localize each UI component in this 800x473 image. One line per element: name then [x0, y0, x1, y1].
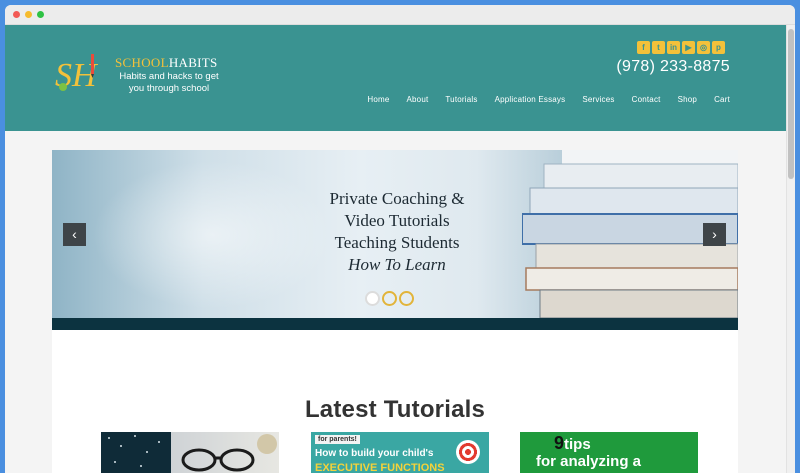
nav-tutorials[interactable]: Tutorials [445, 95, 477, 104]
slider-dot-3[interactable] [399, 291, 414, 306]
hero-slider: Private Coaching & Video Tutorials Teach… [52, 150, 738, 330]
nav-shop[interactable]: Shop [678, 95, 697, 104]
nav-home[interactable]: Home [367, 95, 389, 104]
tutorial-number-value: 9 [554, 433, 565, 453]
site-header: SH SCHOOLHABITS Habits and hacks to get … [5, 25, 786, 131]
glasses-photo [171, 432, 279, 473]
slider-prev-button[interactable]: ‹ [63, 223, 86, 246]
chevron-right-icon: › [712, 226, 717, 242]
minimize-window-button[interactable] [25, 11, 32, 18]
close-window-button[interactable] [13, 11, 20, 18]
browser-window: SH SCHOOLHABITS Habits and hacks to get … [5, 5, 795, 473]
slider-dot-2[interactable] [382, 291, 397, 306]
logo-icon[interactable]: SH [53, 53, 111, 93]
logo-wordmark-part2: HABITS [168, 55, 218, 70]
facebook-icon[interactable]: f [637, 41, 650, 54]
logo-wordmark-part1: SCHOOL [115, 55, 169, 70]
twitter-icon[interactable]: t [652, 41, 665, 54]
starry-background-image [108, 435, 160, 467]
slider-headline: Private Coaching & Video Tutorials Teach… [282, 188, 512, 276]
nav-services[interactable]: Services [582, 95, 614, 104]
phone-number[interactable]: (978) 233-8875 [616, 58, 730, 76]
tutorial-title: for analyzing a [536, 453, 642, 470]
slider-dot-1[interactable] [365, 291, 380, 306]
tutorial-title: How to build your child's [315, 448, 434, 459]
instagram-icon[interactable]: ◎ [697, 41, 710, 54]
tutorial-tag: for parents! [315, 435, 360, 444]
nav-about[interactable]: About [406, 95, 428, 104]
slider-line-3: Teaching Students [334, 233, 460, 252]
logo-tagline: Habits and hacks to get you through scho… [119, 71, 219, 94]
nav-contact[interactable]: Contact [632, 95, 661, 104]
linkedin-icon[interactable]: in [667, 41, 680, 54]
target-icon [456, 440, 480, 464]
window-titlebar [5, 5, 795, 25]
tutorial-card-3[interactable]: 9tips for analyzing a [520, 432, 698, 473]
main-nav: Home About Tutorials Application Essays … [350, 95, 730, 104]
tutorial-number: 9tips [554, 433, 591, 454]
slider-bottom-bar [52, 318, 738, 330]
main-content: Private Coaching & Video Tutorials Teach… [52, 150, 738, 473]
tutorial-number-word: tips [564, 436, 591, 453]
scrollbar-thumb[interactable] [788, 29, 794, 179]
tutorial-card-1[interactable] [101, 432, 279, 473]
tutorial-subtitle: EXECUTIVE FUNCTIONS [315, 462, 445, 473]
nav-cart[interactable]: Cart [714, 95, 730, 104]
section-title: Latest Tutorials [304, 395, 486, 423]
slider-line-1: Private Coaching & [329, 189, 465, 208]
logo-wordmark[interactable]: SCHOOLHABITS [115, 55, 218, 71]
slider-line-4: How To Learn [348, 255, 446, 274]
chevron-left-icon: ‹ [72, 226, 77, 242]
pinterest-icon[interactable]: p [712, 41, 725, 54]
slider-pager [365, 291, 414, 306]
tutorial-card-2[interactable]: for parents! How to build your child's E… [311, 432, 489, 473]
page-scrollbar[interactable] [786, 25, 795, 473]
youtube-icon[interactable]: ▶ [682, 41, 695, 54]
maximize-window-button[interactable] [37, 11, 44, 18]
slider-line-2: Video Tutorials [344, 211, 450, 230]
nav-application-essays[interactable]: Application Essays [495, 95, 566, 104]
slider-next-button[interactable]: › [703, 223, 726, 246]
